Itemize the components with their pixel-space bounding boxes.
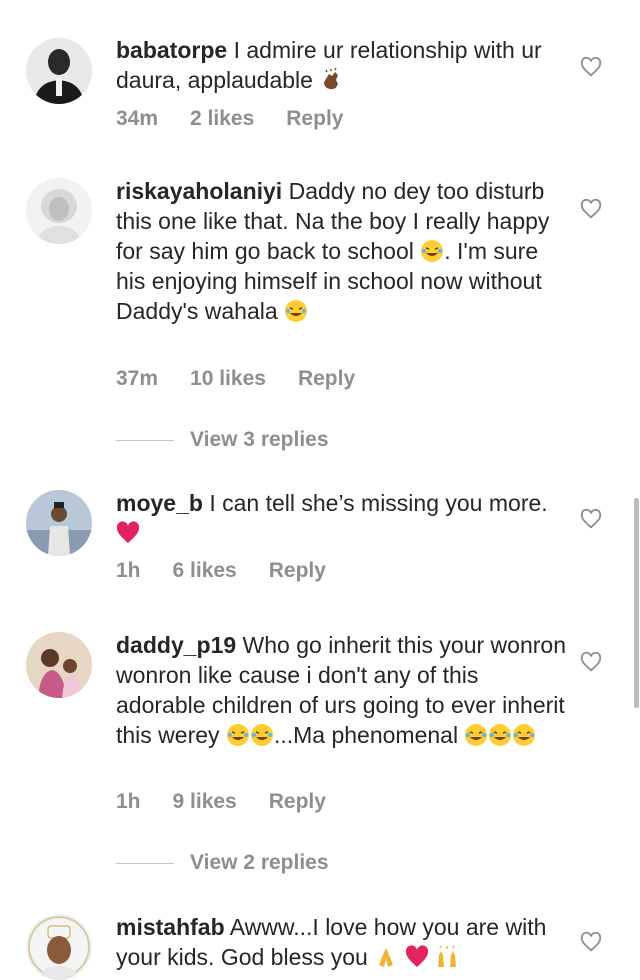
replies-divider xyxy=(116,862,174,864)
folded-hands-icon xyxy=(374,945,398,969)
comment-meta: 1h 9 likes Reply xyxy=(116,790,358,814)
comment-meta: 1h 6 likes Reply xyxy=(116,559,358,583)
replies-divider xyxy=(116,439,174,441)
comment-meta: 37m 10 likes Reply xyxy=(116,367,387,391)
likes-count[interactable]: 9 likes xyxy=(173,790,237,813)
red-heart-icon xyxy=(405,945,429,969)
comment-meta: 34m 2 likes Reply xyxy=(116,107,375,131)
comment-text: babatorpe I admire ur relationship with … xyxy=(116,37,542,93)
reply-button[interactable]: Reply xyxy=(269,790,326,813)
view-replies-button[interactable]: View 3 replies xyxy=(116,428,329,452)
tears-of-joy-icon xyxy=(488,723,512,747)
reply-button[interactable]: Reply xyxy=(269,559,326,582)
like-heart-icon[interactable] xyxy=(580,651,602,673)
like-heart-icon[interactable] xyxy=(580,931,602,953)
likes-count[interactable]: 2 likes xyxy=(190,107,254,130)
raising-hands-icon xyxy=(435,945,459,969)
tears-of-joy-icon xyxy=(250,723,274,747)
comment-text: mistahfab Awww...I love how you are with… xyxy=(116,914,547,970)
avatar[interactable] xyxy=(26,38,92,104)
avatar[interactable] xyxy=(26,178,92,244)
tears-of-joy-icon xyxy=(512,723,536,747)
red-heart-icon xyxy=(116,521,140,545)
timestamp: 1h xyxy=(116,790,141,813)
username[interactable]: daddy_p19 xyxy=(116,632,236,658)
clapping-hands-icon xyxy=(319,68,343,92)
tears-of-joy-icon xyxy=(420,239,444,263)
tears-of-joy-icon xyxy=(284,299,308,323)
likes-count[interactable]: 10 likes xyxy=(190,367,266,390)
tears-of-joy-icon xyxy=(226,723,250,747)
scrollbar[interactable] xyxy=(634,498,639,708)
comment-text: moye_b I can tell she’s missing you more… xyxy=(116,488,566,548)
avatar[interactable] xyxy=(26,914,92,980)
username[interactable]: babatorpe xyxy=(116,37,227,63)
comment-text: daddy_p19 Who go inherit this your wonro… xyxy=(116,632,566,748)
reply-button[interactable]: Reply xyxy=(286,107,343,130)
comment-text: riskayaholaniyi Daddy no dey too disturb… xyxy=(116,178,550,324)
like-heart-icon[interactable] xyxy=(580,56,602,78)
timestamp: 1h xyxy=(116,559,141,582)
likes-count[interactable]: 6 likes xyxy=(173,559,237,582)
avatar[interactable] xyxy=(26,490,92,556)
avatar[interactable] xyxy=(26,632,92,698)
tears-of-joy-icon xyxy=(464,723,488,747)
view-replies-button[interactable]: View 2 replies xyxy=(116,851,329,875)
username[interactable]: moye_b xyxy=(116,490,203,516)
like-heart-icon[interactable] xyxy=(580,508,602,530)
timestamp: 34m xyxy=(116,107,159,130)
username[interactable]: mistahfab xyxy=(116,914,225,940)
like-heart-icon[interactable] xyxy=(580,198,602,220)
username[interactable]: riskayaholaniyi xyxy=(116,178,282,204)
reply-button[interactable]: Reply xyxy=(298,367,355,390)
timestamp: 37m xyxy=(116,367,159,390)
